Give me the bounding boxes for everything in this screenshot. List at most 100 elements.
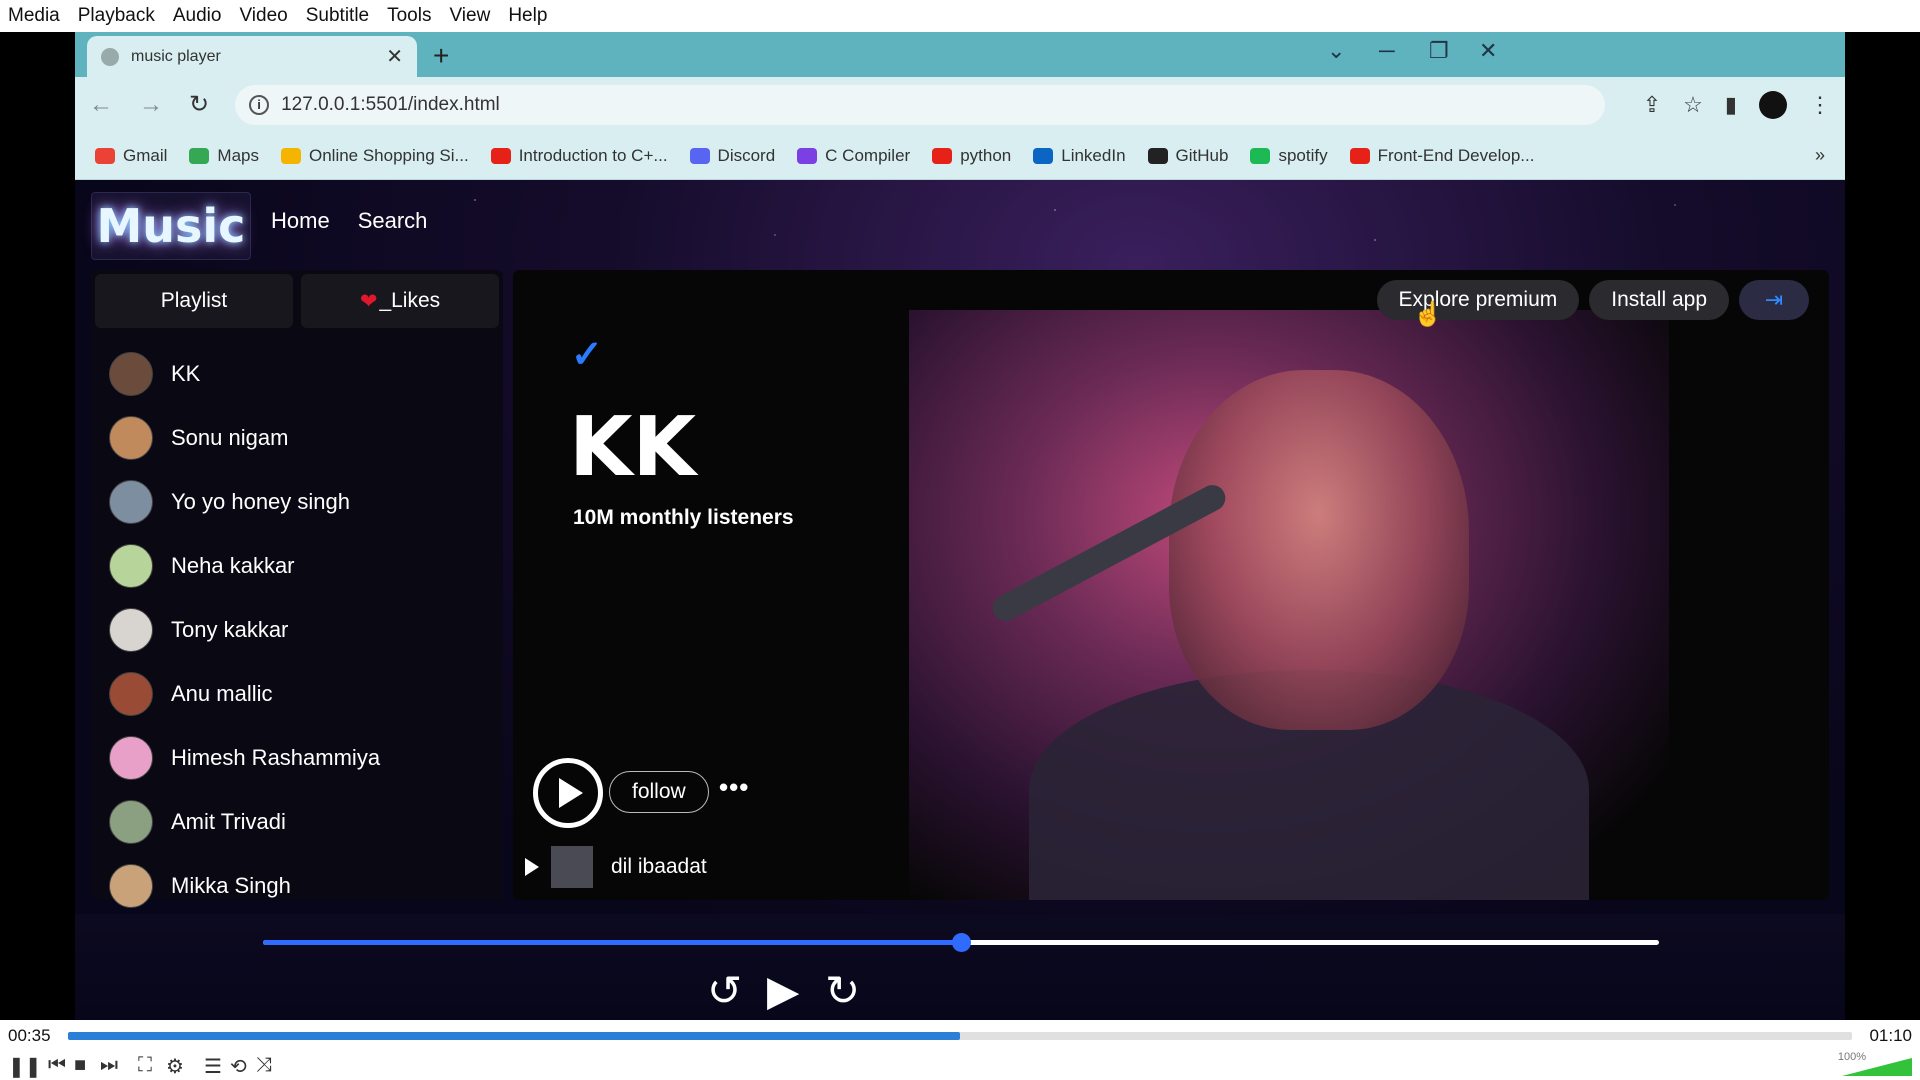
tab-playlist[interactable]: Playlist [95,274,293,328]
chevron-down-icon[interactable]: ⌄ [1327,38,1345,64]
bookmark-item[interactable]: Online Shopping Si... [280,145,469,166]
new-tab-button[interactable]: + [433,40,449,72]
restore-icon[interactable]: ❐ [1429,38,1449,64]
heart-icon: ❤ [359,289,378,313]
avatar [109,864,153,908]
nav-home[interactable]: Home [271,208,330,234]
artist-item[interactable]: Himesh Rashammiya [109,726,485,790]
forward-icon[interactable]: ↻ [825,966,860,1015]
avatar [109,608,153,652]
bookmark-icon [797,147,818,164]
artist-item[interactable]: KK [109,342,485,406]
artist-item[interactable]: Anu mallic [109,662,485,726]
shuffle-icon[interactable]: ⤨ [256,1054,272,1077]
bookmark-item[interactable]: Introduction to C+... [490,145,668,166]
artist-item[interactable]: Sonu nigam [109,406,485,470]
vlc-controls: ❚❚ ⏮ ■ ⏭ ⛶ ⚙ ☰ ⟲ ⤨ 100% [0,1050,1920,1080]
url-field[interactable]: i 127.0.0.1:5501/index.html [235,84,1605,125]
vlc-timebar: 00:35 01:10 [0,1020,1920,1050]
seek-thumb[interactable] [952,933,971,952]
menu-subtitle[interactable]: Subtitle [306,5,369,27]
avatar [109,672,153,716]
star-icon[interactable]: ☆ [1683,92,1703,118]
bookmark-label: Introduction to C+... [518,145,668,165]
tab-music-player[interactable]: music player ✕ [87,36,417,77]
rewind-icon[interactable]: ↺ [707,966,742,1015]
artist-item[interactable]: Neha kakkar [109,534,485,598]
next-icon[interactable]: ⏭ [100,1054,118,1077]
artist-item[interactable]: Yo yo honey singh [109,470,485,534]
time-total: 01:10 [1869,1026,1912,1045]
music-logo[interactable]: Music [91,192,251,260]
menu-help[interactable]: Help [508,5,547,27]
vlc-progress-bar[interactable] [68,1032,1852,1040]
fullscreen-icon[interactable]: ⛶ [138,1054,152,1077]
loop-icon[interactable]: ⟲ [230,1054,247,1079]
playlist-icon[interactable]: ☰ [204,1054,222,1079]
menu-media[interactable]: Media [8,5,60,27]
song-play-icon[interactable] [525,858,539,876]
artist-item[interactable]: Mikka Singh [109,854,485,918]
pause-icon[interactable]: ❚❚ [8,1054,42,1079]
more-options-icon[interactable]: ••• [719,772,749,803]
minimize-icon[interactable]: ─ [1379,38,1395,64]
back-arrow-icon[interactable]: ← [89,91,113,119]
artist-item[interactable]: Amit Trivadi [109,790,485,854]
share-icon[interactable]: ⇪ [1643,92,1661,118]
song-row[interactable]: dil ibaadat [525,846,707,888]
forward-arrow-icon[interactable]: → [139,91,163,119]
bookmark-item[interactable]: LinkedIn [1033,145,1126,166]
seek-bar[interactable] [263,933,1659,952]
play-button[interactable] [533,758,603,828]
previous-icon[interactable]: ⏮ [48,1054,66,1077]
volume-slider[interactable]: 100% [1838,1051,1912,1076]
artist-name: Neha kakkar [171,553,295,578]
bookmark-item[interactable]: Gmail [95,146,167,166]
side-panel-icon[interactable]: ▮ [1725,92,1737,118]
follow-button[interactable]: follow [609,771,709,813]
bookmark-item[interactable]: Discord [689,146,775,166]
site-info-icon[interactable]: i [249,94,270,115]
bookmark-item[interactable]: Maps [189,146,259,166]
bookmark-item[interactable]: spotify [1250,146,1328,166]
bookmark-label: LinkedIn [1061,145,1126,165]
explore-premium-button[interactable]: Explore premium [1376,280,1580,320]
monthly-listeners: 10M monthly listeners [573,506,794,529]
bookmarks-overflow-icon[interactable]: » [1815,145,1825,166]
verified-check-icon: ✓ [571,334,603,376]
menu-view[interactable]: View [449,5,490,27]
install-app-button[interactable]: Install app [1589,280,1729,320]
menu-tools[interactable]: Tools [387,5,431,27]
stop-icon[interactable]: ■ [74,1054,86,1077]
bookmark-item[interactable]: python [932,146,1011,166]
tab-likes[interactable]: ❤ _Likes [301,274,499,328]
bookmark-icon [932,147,953,164]
vlc-progress-fill [68,1032,960,1040]
bookmark-item[interactable]: C Compiler [797,146,910,166]
player-play-icon[interactable]: ▶ [767,966,799,1015]
bookmark-label: Front-End Develop... [1377,145,1535,165]
nav-search[interactable]: Search [358,208,428,234]
window-close-icon[interactable]: ✕ [1479,38,1497,64]
bookmark-label: Online Shopping Si... [308,145,469,165]
avatar [109,800,153,844]
menu-audio[interactable]: Audio [173,5,222,27]
artist-name: Anu mallic [171,681,273,706]
artist-name: Sonu nigam [171,425,289,450]
reload-icon[interactable]: ↻ [189,90,209,119]
extended-settings-icon[interactable]: ⚙ [166,1054,184,1079]
bookmark-label: GitHub [1175,145,1229,165]
song-title: dil ibaadat [611,855,707,878]
kebab-menu-icon[interactable]: ⋮ [1809,92,1831,118]
profile-avatar[interactable] [1759,90,1787,119]
menu-playback[interactable]: Playback [78,5,155,27]
artist-name: Himesh Rashammiya [171,745,381,770]
bookmark-item[interactable]: GitHub [1147,145,1229,166]
login-icon[interactable]: ⇥ [1739,280,1809,320]
bookmark-item[interactable]: Front-End Develop... [1349,145,1535,166]
bookmark-icon [95,147,115,164]
menu-video[interactable]: Video [239,5,287,27]
bookmark-icon [1349,147,1370,164]
close-icon[interactable]: ✕ [386,44,403,69]
artist-item[interactable]: Tony kakkar [109,598,485,662]
